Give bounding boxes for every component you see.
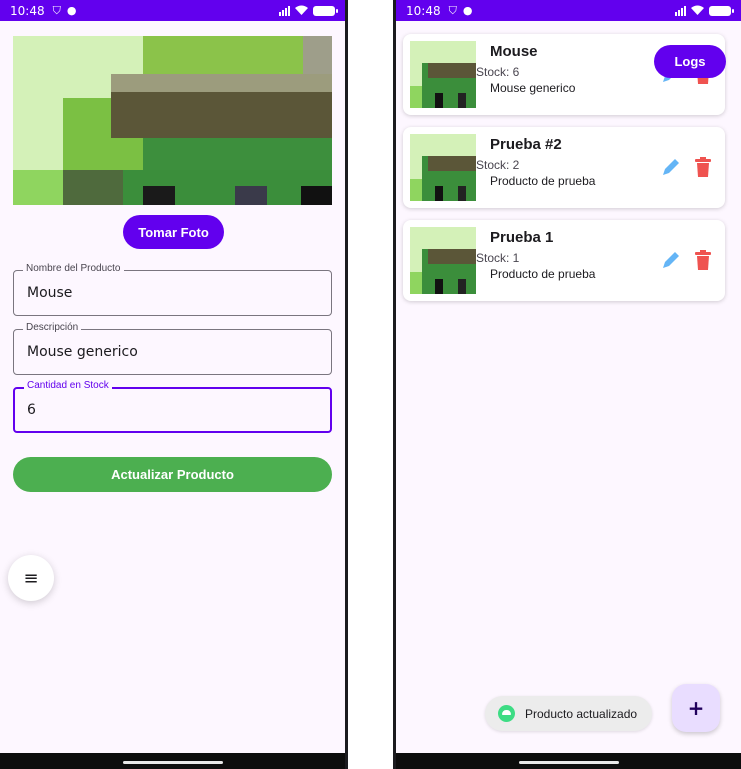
product-photo bbox=[13, 36, 332, 205]
wifi-icon bbox=[295, 4, 308, 18]
toast-text: Producto actualizado bbox=[525, 706, 638, 721]
stock-quantity-value[interactable]: 6 bbox=[27, 402, 36, 418]
status-time: 10:48 bbox=[406, 3, 441, 18]
description-field[interactable]: Descripción Mouse generico bbox=[13, 322, 332, 375]
product-card[interactable]: Prueba 1 Stock: 1 Producto de prueba bbox=[403, 220, 725, 301]
plus-icon: + bbox=[687, 696, 705, 720]
product-name-label: Nombre del Producto bbox=[23, 263, 124, 274]
battery-icon bbox=[313, 5, 338, 16]
product-name: Prueba 1 bbox=[490, 229, 554, 246]
navigation-bar bbox=[396, 753, 741, 769]
stock-quantity-field[interactable]: Cantidad en Stock 6 bbox=[13, 380, 332, 433]
android-icon bbox=[498, 705, 515, 722]
add-product-button[interactable]: + bbox=[672, 684, 720, 732]
product-card[interactable]: Prueba #2 Stock: 2 Producto de prueba bbox=[403, 127, 725, 208]
product-name: Mouse bbox=[490, 43, 538, 60]
battery-icon bbox=[709, 5, 734, 16]
description-label: Descripción bbox=[23, 322, 82, 333]
navigation-bar bbox=[0, 753, 345, 769]
alert-icon: ● bbox=[66, 4, 77, 17]
home-gesture-handle[interactable] bbox=[122, 761, 223, 764]
signal-icon bbox=[675, 5, 686, 16]
signal-icon bbox=[279, 5, 290, 16]
product-thumbnail bbox=[410, 134, 476, 201]
edit-icon[interactable] bbox=[661, 250, 681, 274]
product-name-field[interactable]: Nombre del Producto Mouse bbox=[13, 263, 332, 316]
product-description: Producto de prueba bbox=[490, 174, 596, 188]
product-thumbnail bbox=[410, 41, 476, 108]
product-description: Producto de prueba bbox=[490, 267, 596, 281]
trash-icon[interactable] bbox=[695, 250, 711, 274]
product-stock: Stock: 2 bbox=[476, 158, 520, 172]
product-list-screen: 10:48 ⛉ ● Mouse Stock: 6 Mouse generico bbox=[393, 0, 741, 769]
menu-icon: ≡ bbox=[23, 567, 39, 589]
product-name: Prueba #2 bbox=[490, 136, 562, 153]
location-icon: ⛉ bbox=[448, 3, 457, 17]
home-gesture-handle[interactable] bbox=[518, 761, 619, 764]
description-value[interactable]: Mouse generico bbox=[27, 344, 138, 360]
product-stock: Stock: 6 bbox=[476, 65, 520, 79]
edit-product-screen: 10:48 ⛉ ● Tomar Foto Nombre del Producto… bbox=[0, 0, 348, 769]
location-icon: ⛉ bbox=[52, 3, 61, 17]
status-bar: 10:48 ⛉ ● bbox=[396, 0, 741, 21]
take-photo-button[interactable]: Tomar Foto bbox=[123, 215, 224, 249]
update-product-button[interactable]: Actualizar Producto bbox=[13, 457, 332, 492]
trash-icon[interactable] bbox=[695, 157, 711, 181]
product-stock: Stock: 1 bbox=[476, 251, 520, 265]
product-description: Mouse generico bbox=[490, 81, 576, 95]
stock-quantity-label: Cantidad en Stock bbox=[24, 380, 112, 391]
wifi-icon bbox=[691, 4, 704, 18]
status-time: 10:48 bbox=[10, 3, 45, 18]
status-bar: 10:48 ⛉ ● bbox=[0, 0, 345, 21]
product-thumbnail bbox=[410, 227, 476, 294]
alert-icon: ● bbox=[462, 4, 473, 17]
product-name-value[interactable]: Mouse bbox=[27, 285, 72, 301]
edit-icon[interactable] bbox=[661, 157, 681, 181]
toast-message: Producto actualizado bbox=[485, 696, 652, 731]
menu-button[interactable]: ≡ bbox=[8, 555, 54, 601]
logs-button[interactable]: Logs bbox=[654, 45, 726, 78]
